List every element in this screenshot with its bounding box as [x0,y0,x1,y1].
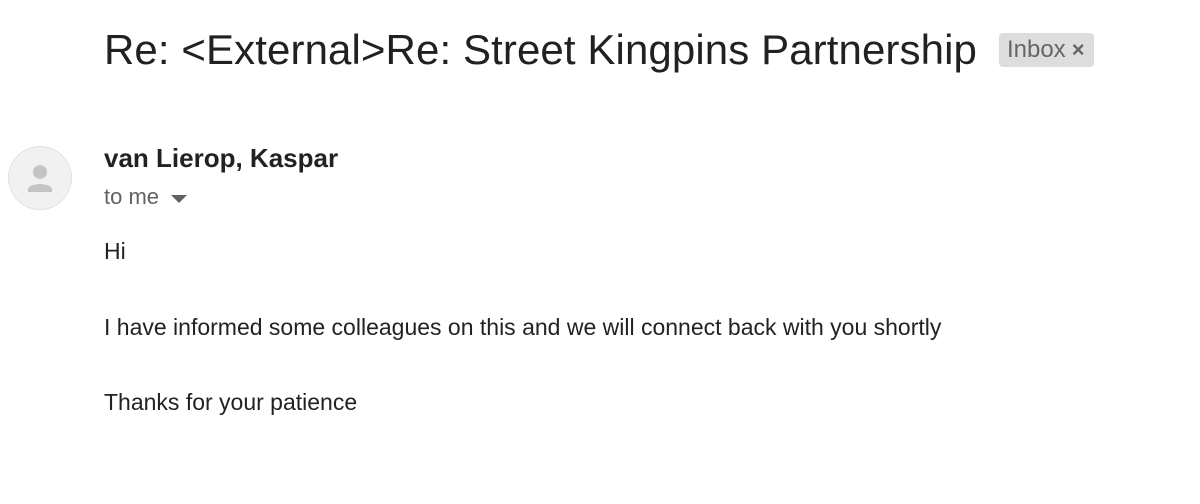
label-text: Inbox [1006,36,1066,63]
body-paragraph: Hi [104,238,126,264]
recipients-text: to me [104,184,160,209]
person-icon [28,165,52,192]
inbox-label-chip[interactable]: Inbox × [998,33,1094,67]
sender-name[interactable]: van Lierop, Kaspar [104,143,338,174]
remove-label-icon[interactable]: × [1072,39,1085,61]
email-view: Re: <External>Re: Street Kingpins Partne… [0,0,1200,504]
body-paragraph: I have informed some colleagues on this … [104,313,942,340]
show-details-caret-icon[interactable] [171,194,188,203]
subject-row: Re: <External>Re: Street Kingpins Partne… [104,26,1094,74]
sender-avatar[interactable] [8,146,72,210]
recipients-line: to me [104,184,188,210]
body-paragraph: Thanks for your patience [104,389,358,416]
email-body: Hi I have informed some colleagues on th… [104,238,941,417]
email-subject: Re: <External>Re: Street Kingpins Partne… [104,26,977,73]
